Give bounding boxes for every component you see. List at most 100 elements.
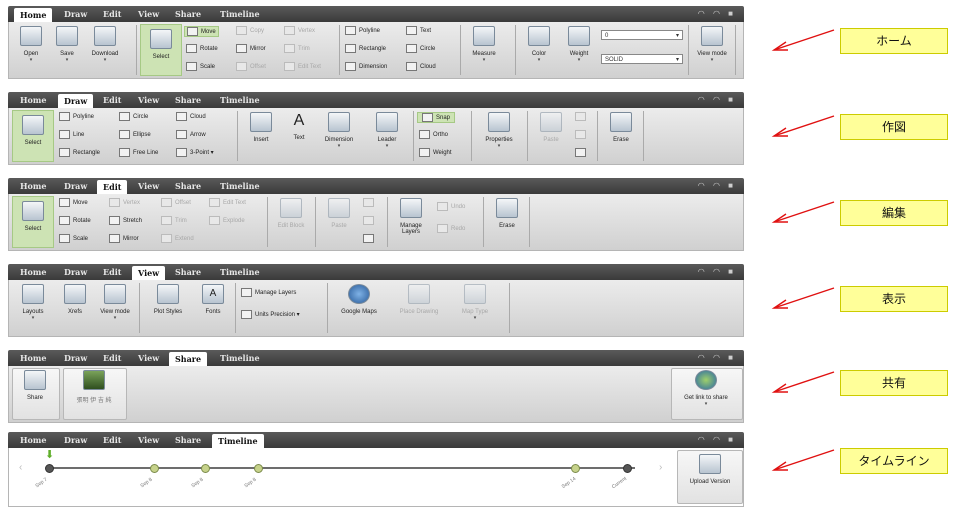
tab-draw[interactable]: Draw	[64, 267, 87, 277]
mirror-button[interactable]: Mirror	[109, 234, 139, 243]
xrefs-button[interactable]: Xrefs	[55, 284, 95, 315]
timeline-node[interactable]	[150, 464, 159, 473]
plot-styles-button[interactable]: Plot Styles	[145, 284, 191, 315]
edit-text-button[interactable]: Edit Text	[209, 198, 246, 207]
cloud-button[interactable]: Cloud	[406, 62, 436, 71]
copy-small-button[interactable]	[363, 198, 377, 207]
get-link-button[interactable]: Get link to share ▾	[675, 370, 737, 407]
upload-version-button[interactable]: Upload Version	[681, 454, 739, 485]
view-mode-button[interactable]: View mode ▾	[95, 284, 135, 321]
color-button[interactable]: Color ▾	[519, 26, 559, 63]
edit-block-button[interactable]: Edit Block	[271, 198, 311, 229]
ellipse-button[interactable]: Ellipse	[119, 130, 151, 139]
properties-button[interactable]: Properties ▾	[479, 112, 519, 149]
timeline-node[interactable]	[571, 464, 580, 473]
timeline-prev-arrow[interactable]: ‹	[19, 462, 22, 473]
timeline-next-arrow[interactable]: ›	[659, 462, 662, 473]
layer-weight-select[interactable]: 0 ▾	[601, 30, 683, 40]
tab-home[interactable]: Home	[20, 181, 46, 191]
text-button[interactable]: Text	[406, 26, 431, 35]
tab-draw[interactable]: Draw	[64, 353, 87, 363]
timeline-node[interactable]	[254, 464, 263, 473]
polyline-button[interactable]: Polyline	[345, 26, 380, 35]
manage-layers-button[interactable]: Manage Layers	[391, 198, 431, 235]
download-button[interactable]: Download ▾	[85, 26, 125, 63]
tab-timeline[interactable]: Timeline	[212, 434, 264, 448]
arrow-button[interactable]: Arrow	[176, 130, 206, 139]
window-controls[interactable]: ◠ ◠ ■	[698, 181, 736, 190]
fonts-button[interactable]: A Fonts	[193, 284, 233, 315]
tab-edit[interactable]: Edit	[103, 9, 121, 19]
tab-timeline[interactable]: Timeline	[220, 9, 260, 19]
tab-view[interactable]: View	[138, 9, 159, 19]
undo-button[interactable]: Undo	[437, 202, 465, 211]
rotate-button[interactable]: Rotate	[186, 44, 218, 53]
vertex-button[interactable]: Vertex	[109, 198, 140, 207]
tab-view[interactable]: View	[132, 266, 166, 280]
scale-button[interactable]: Scale	[186, 62, 215, 71]
tab-timeline[interactable]: Timeline	[220, 267, 260, 277]
circle-button[interactable]: Circle	[406, 44, 435, 53]
move-button[interactable]: Move	[184, 26, 219, 37]
rectangle-button[interactable]: Rectangle	[59, 148, 100, 157]
line-button[interactable]: Line	[59, 130, 84, 139]
tab-draw[interactable]: Draw	[64, 181, 87, 191]
vertex-button[interactable]: Vertex	[284, 26, 315, 35]
weight-toggle[interactable]: Weight	[419, 148, 452, 157]
insert-button[interactable]: Insert	[241, 112, 281, 143]
window-controls[interactable]: ◠ ◠ ■	[698, 353, 736, 362]
dimension-button[interactable]: Dimension	[345, 62, 387, 71]
edit-text-button[interactable]: Edit Text	[284, 62, 321, 71]
window-controls[interactable]: ◠ ◠ ■	[698, 9, 736, 18]
window-controls[interactable]: ◠ ◠ ■	[698, 95, 736, 104]
map-type-button[interactable]: Map Type ▾	[455, 284, 495, 321]
tab-home[interactable]: Home	[14, 8, 53, 22]
tab-share[interactable]: Share	[169, 352, 208, 366]
cut-small-button[interactable]	[575, 130, 589, 139]
erase-button[interactable]: Erase	[487, 198, 527, 229]
select-button[interactable]: Select	[12, 196, 54, 248]
clipboard-small-button[interactable]	[363, 234, 377, 243]
copy-button[interactable]: Copy	[236, 26, 264, 35]
ortho-toggle[interactable]: Ortho	[419, 130, 448, 139]
tab-edit[interactable]: Edit	[103, 267, 121, 277]
place-drawing-button[interactable]: Place Drawing	[391, 284, 447, 315]
linetype-select[interactable]: SOLID ▾	[601, 54, 683, 64]
cloud-button[interactable]: Cloud	[176, 112, 206, 121]
tab-timeline[interactable]: Timeline	[220, 353, 260, 363]
tab-edit[interactable]: Edit	[103, 353, 121, 363]
tab-view[interactable]: View	[138, 95, 159, 105]
offset-button[interactable]: Offset	[236, 62, 266, 71]
tab-home[interactable]: Home	[20, 353, 46, 363]
stretch-button[interactable]: Stretch	[109, 216, 142, 225]
tab-edit[interactable]: Edit	[103, 95, 121, 105]
snap-toggle[interactable]: Snap	[417, 112, 456, 123]
trim-button[interactable]: Trim	[284, 44, 310, 53]
manage-layers-button[interactable]: Manage Layers	[241, 288, 296, 297]
user-avatar-button[interactable]: 張明 伊 吉 純	[74, 370, 114, 404]
leader-button[interactable]: Leader ▾	[367, 112, 407, 149]
circle-button[interactable]: Circle	[119, 112, 148, 121]
weight-button[interactable]: Weight ▾	[559, 26, 599, 63]
tab-draw[interactable]: Draw	[64, 9, 87, 19]
three-point-button[interactable]: 3-Point ▾	[176, 148, 214, 157]
cut-small-button[interactable]	[363, 216, 377, 225]
tab-view[interactable]: View	[138, 353, 159, 363]
google-maps-button[interactable]: Google Maps	[335, 284, 383, 315]
tab-edit[interactable]: Edit	[97, 180, 128, 194]
clipboard-small-button[interactable]	[575, 148, 589, 157]
tab-timeline[interactable]: Timeline	[220, 181, 260, 191]
scale-button[interactable]: Scale	[59, 234, 88, 243]
save-button[interactable]: Save ▾	[47, 26, 87, 63]
tab-home[interactable]: Home	[20, 267, 46, 277]
dimension-button[interactable]: Dimension ▾	[319, 112, 359, 149]
offset-button[interactable]: Offset	[161, 198, 191, 207]
tab-draw[interactable]: Draw	[58, 94, 94, 108]
tab-draw[interactable]: Draw	[64, 435, 87, 445]
erase-button[interactable]: Erase	[601, 112, 641, 143]
view-mode-button[interactable]: View mode ▾	[692, 26, 732, 63]
polyline-button[interactable]: Polyline	[59, 112, 94, 121]
trim-button[interactable]: Trim	[161, 216, 187, 225]
explode-button[interactable]: Explode	[209, 216, 245, 225]
timeline-node[interactable]	[45, 464, 54, 473]
